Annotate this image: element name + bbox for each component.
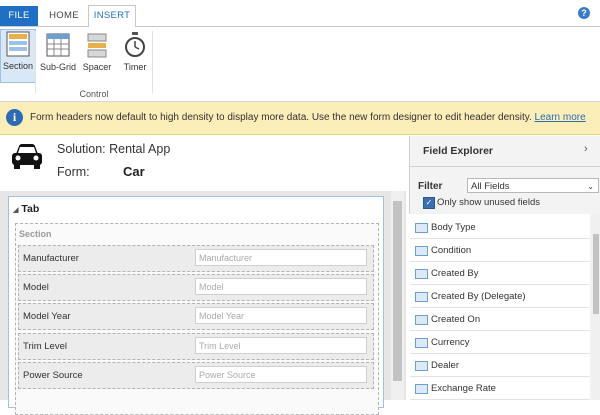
list-item-label: Created On <box>431 314 481 325</box>
list-item[interactable]: Created On <box>410 308 590 331</box>
field-icon <box>415 315 428 325</box>
list-item-label: Condition <box>431 245 472 256</box>
form-section-label: Section <box>19 229 52 239</box>
field-icon <box>415 292 428 302</box>
list-item[interactable]: Body Type <box>410 216 590 239</box>
solution-title: Solution: Rental App <box>57 142 171 156</box>
ribbon-group-label: Control <box>79 89 109 99</box>
list-item-label: Currency <box>431 337 470 348</box>
field-label: Manufacturer <box>23 253 79 264</box>
ribbon-separator <box>35 31 36 93</box>
field-input[interactable]: Model Year <box>195 307 367 324</box>
field-row-trim-level[interactable]: Trim Level Trim Level <box>18 333 374 360</box>
field-list-scrollbar-thumb[interactable] <box>593 234 599 314</box>
field-icon <box>415 269 428 279</box>
notification-text: Form headers now default to high density… <box>30 112 586 123</box>
form-tab-title[interactable]: ◢ Tab <box>13 203 39 215</box>
spacer-icon <box>87 33 107 58</box>
car-icon <box>12 144 42 169</box>
filter-select-value: All Fields <box>471 181 510 192</box>
list-item-label: Dealer <box>431 360 459 371</box>
unused-fields-label: Only show unused fields <box>437 197 540 208</box>
field-icon <box>415 246 428 256</box>
field-explorer-title: Field Explorer <box>423 145 494 157</box>
list-item[interactable]: Currency <box>410 331 590 354</box>
field-label: Model <box>23 282 49 293</box>
field-row-manufacturer[interactable]: Manufacturer Manufacturer <box>18 245 374 272</box>
form-tab-label: Tab <box>21 203 40 215</box>
list-item[interactable]: Dealer <box>410 354 590 377</box>
tab-insert[interactable]: INSERT <box>88 5 136 28</box>
field-label: Trim Level <box>23 341 67 352</box>
help-icon[interactable]: ? <box>578 7 590 19</box>
field-icon <box>415 384 428 394</box>
field-label: Power Source <box>23 370 83 381</box>
field-input[interactable]: Power Source <box>195 366 367 383</box>
list-item-label: Exchange Rate <box>431 383 496 394</box>
field-row-model[interactable]: Model Model <box>18 274 374 301</box>
spacer-button[interactable]: Spacer <box>82 31 112 79</box>
section-icon <box>6 31 30 57</box>
ribbon-group-separator <box>152 31 153 93</box>
list-item-label: Body Type <box>431 222 476 233</box>
form-label: Form: <box>57 165 90 179</box>
field-icon <box>415 338 428 348</box>
unused-fields-checkbox[interactable]: ✓ <box>423 197 435 209</box>
field-row-model-year[interactable]: Model Year Model Year <box>18 303 374 330</box>
list-item[interactable]: Exchange Rate <box>410 377 590 400</box>
timer-button-label: Timer <box>123 62 147 72</box>
tab-home[interactable]: HOME <box>42 6 86 26</box>
field-label: Model Year <box>23 311 71 322</box>
form-scrollbar[interactable] <box>391 191 404 400</box>
list-item[interactable]: Condition <box>410 239 590 262</box>
timer-button[interactable]: Timer <box>120 31 150 79</box>
list-item-label: Created By <box>431 268 479 279</box>
field-row-power-source[interactable]: Power Source Power Source <box>18 362 374 389</box>
subgrid-button[interactable]: Sub-Grid <box>40 31 76 79</box>
field-icon <box>415 361 428 371</box>
ribbon: Section Sub-Grid Spacer Timer Control <box>0 27 600 102</box>
field-list-scrollbar[interactable] <box>591 214 600 400</box>
form-name: Car <box>123 164 145 179</box>
list-item[interactable]: Created By <box>410 262 590 285</box>
filter-label: Filter <box>418 181 443 192</box>
learn-more-link[interactable]: Learn more <box>535 112 586 123</box>
tab-file[interactable]: FILE <box>0 6 38 26</box>
list-item-label: Created By (Delegate) <box>431 291 526 302</box>
spacer-button-label: Spacer <box>82 62 112 72</box>
notification-message: Form headers now default to high density… <box>30 112 532 123</box>
section-button[interactable]: Section <box>0 29 36 83</box>
divider <box>409 166 600 167</box>
subgrid-icon <box>46 33 70 57</box>
list-item[interactable]: Created By (Delegate) <box>410 285 590 308</box>
timer-icon <box>125 32 145 57</box>
collapse-triangle-icon[interactable]: ◢ <box>13 207 18 214</box>
chevron-down-icon: ⌄ <box>587 182 594 191</box>
field-input[interactable]: Model <box>195 278 367 295</box>
subgrid-button-label: Sub-Grid <box>40 62 77 72</box>
notification-bar: i Form headers now default to high densi… <box>0 102 600 135</box>
filter-select[interactable]: All Fields ⌄ <box>467 178 599 193</box>
form-scrollbar-thumb[interactable] <box>393 201 402 381</box>
section-button-label: Section <box>2 61 34 71</box>
chevron-right-icon[interactable]: › <box>584 143 588 155</box>
field-icon <box>415 223 428 233</box>
field-input[interactable]: Trim Level <box>195 337 367 354</box>
info-icon: i <box>6 109 23 126</box>
field-input[interactable]: Manufacturer <box>195 249 367 266</box>
